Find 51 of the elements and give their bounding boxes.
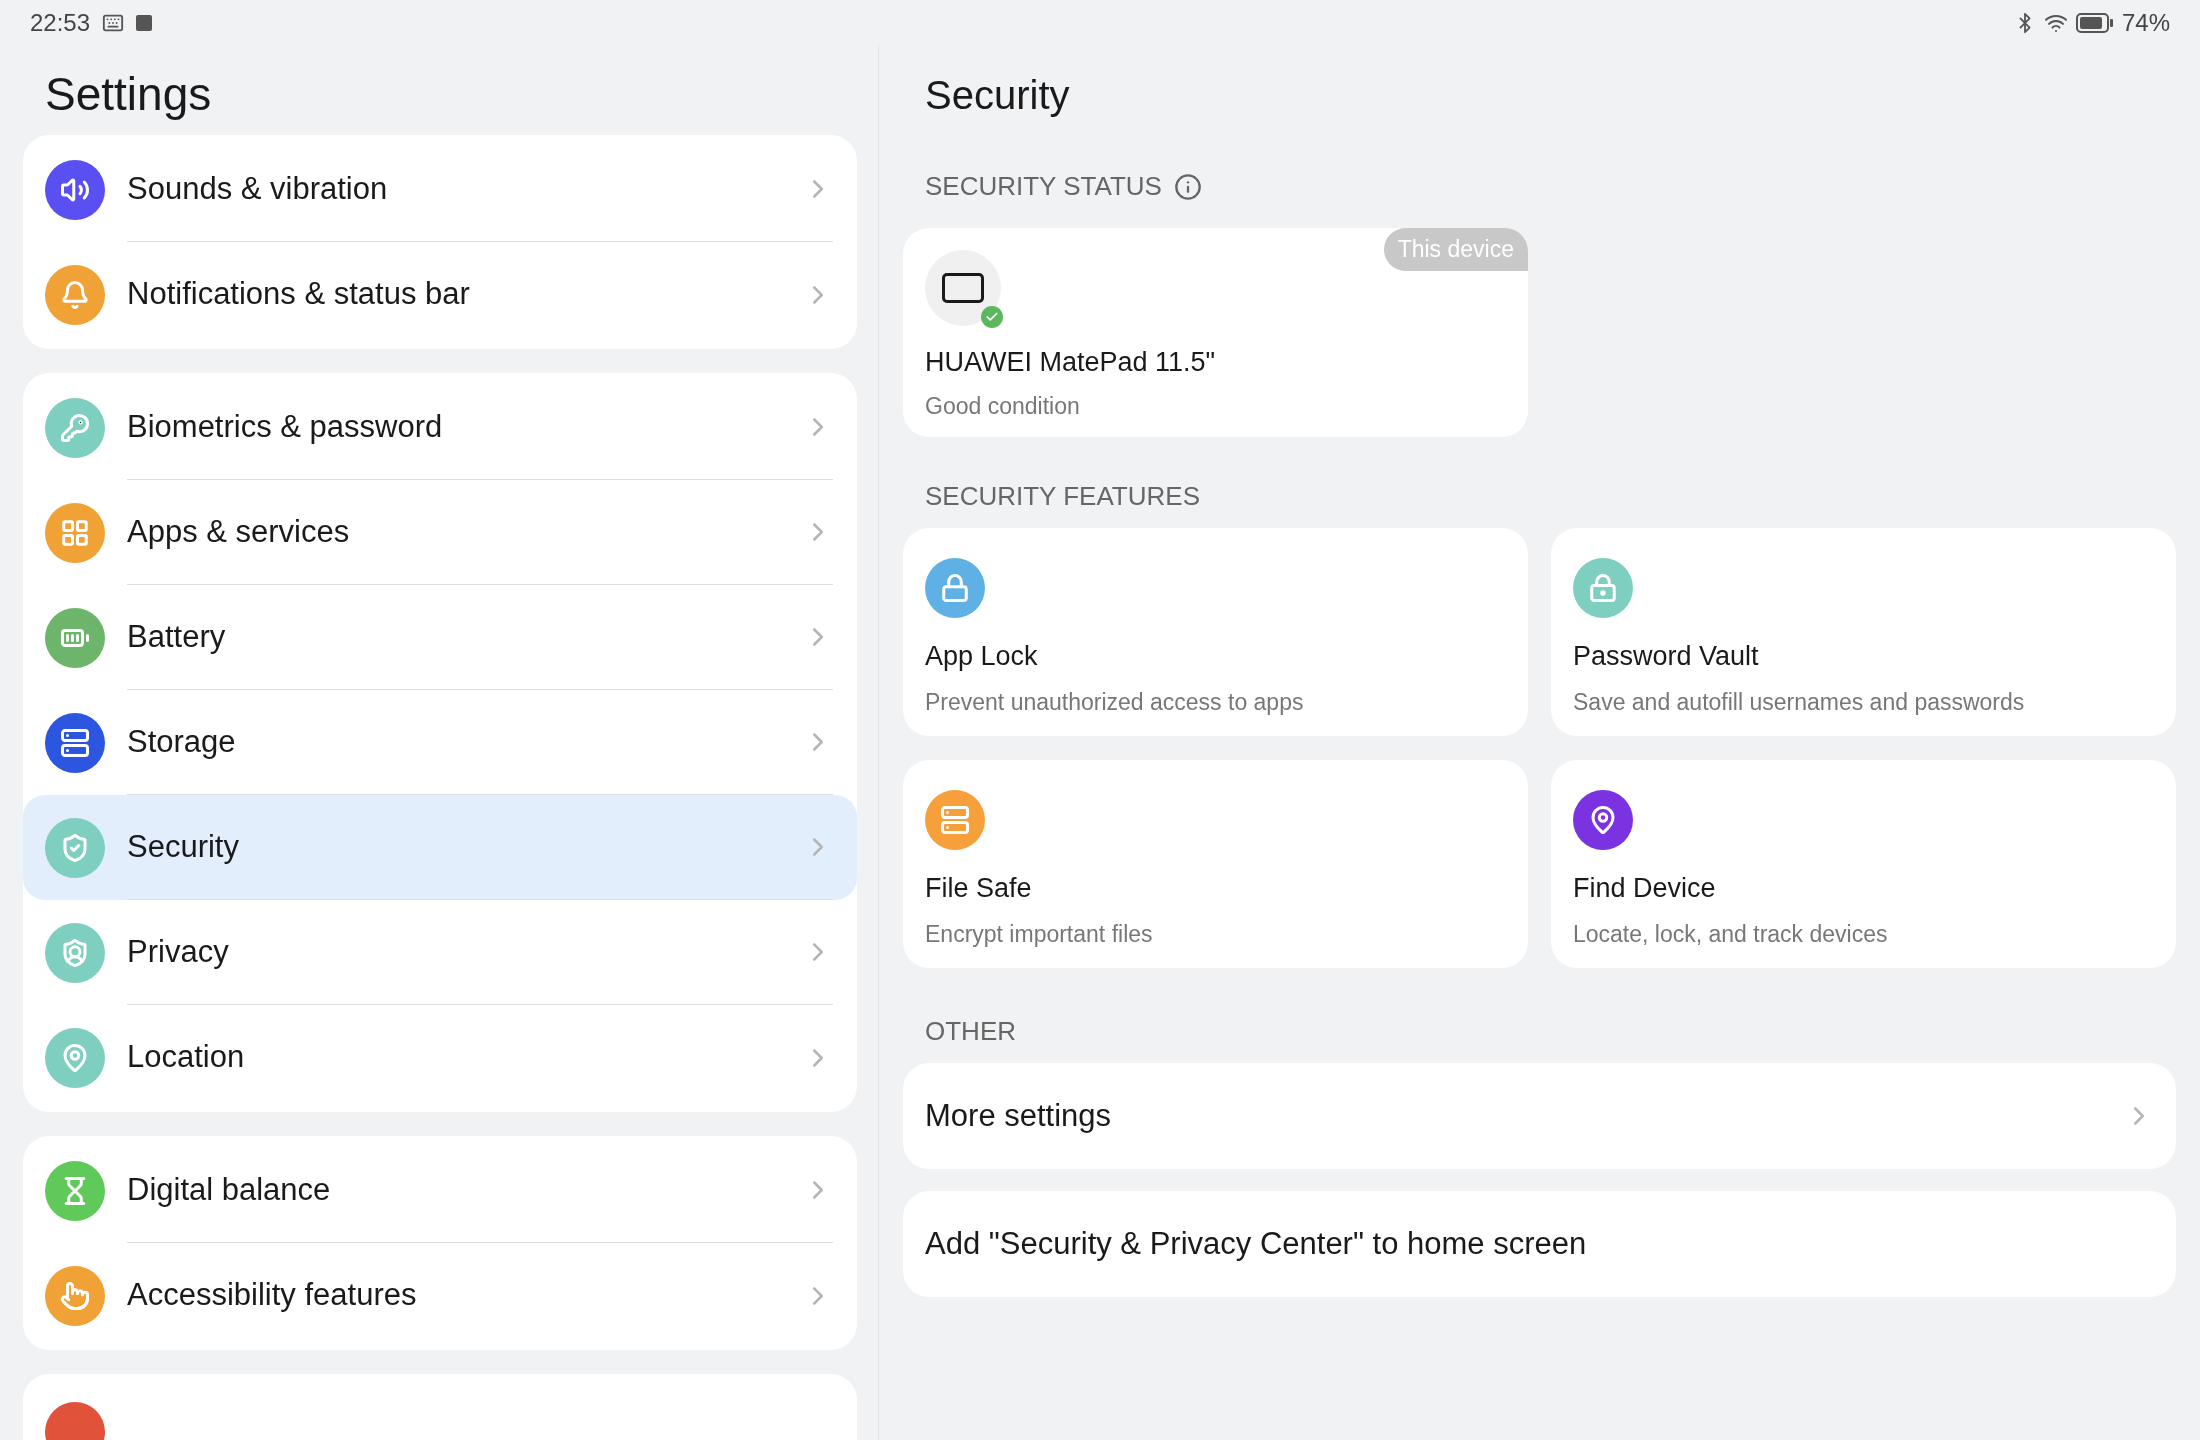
- item-label: Notifications & status bar: [127, 275, 471, 314]
- settings-item[interactable]: Accessibility features: [23, 1243, 857, 1348]
- feature-title: File Safe: [925, 872, 1033, 905]
- device-name: HUAWEI MatePad 11.5": [925, 346, 1217, 379]
- settings-item[interactable]: Biometrics & password: [23, 375, 857, 480]
- lock-icon: [1573, 558, 1633, 618]
- item-label: Sounds & vibration: [127, 169, 389, 208]
- settings-item[interactable]: Security: [23, 795, 857, 900]
- item-label: Digital balance: [127, 1170, 332, 1209]
- item-label: Privacy: [127, 932, 230, 971]
- item-label: Security: [127, 827, 240, 866]
- settings-item[interactable]: Location: [23, 1005, 857, 1110]
- storage-icon: [925, 790, 985, 850]
- settings-item[interactable]: Apps & services: [23, 480, 857, 585]
- item-label: Biometrics & password: [127, 407, 444, 446]
- feature-description: Prevent unauthorized access to apps: [925, 687, 1305, 717]
- item-label: Battery: [127, 617, 227, 656]
- section-title: Security: [925, 75, 1071, 115]
- device-status: Good condition: [925, 391, 1081, 421]
- feature-card[interactable]: File Safe Encrypt important files: [903, 760, 1528, 968]
- settings-item[interactable]: Privacy: [23, 900, 857, 1005]
- item-label: Apps & services: [127, 512, 351, 551]
- settings-item[interactable]: Digital balance: [23, 1138, 857, 1243]
- feature-title: App Lock: [925, 640, 1039, 673]
- feature-card[interactable]: Password Vault Save and autofill usernames and passwords: [1551, 528, 2176, 736]
- feature-card[interactable]: App Lock Prevent unauthorized access to apps: [903, 528, 1528, 736]
- feature-title: Find Device: [1573, 872, 1717, 905]
- section-heading: OTHER: [925, 1015, 1017, 1048]
- item-label: Accessibility features: [127, 1276, 418, 1315]
- section-heading: SECURITY STATUS: [925, 170, 1162, 203]
- settings-item[interactable]: Sounds & vibration: [23, 137, 857, 242]
- settings-link[interactable]: More settings: [903, 1063, 2176, 1169]
- feature-title: Password Vault: [1573, 640, 1760, 673]
- settings-item[interactable]: Notifications & status bar: [23, 242, 857, 347]
- item-label: More settings: [925, 1096, 1113, 1135]
- section-heading: SECURITY FEATURES: [925, 480, 1201, 513]
- feature-card[interactable]: Find Device Locate, lock, and track devices: [1551, 760, 2176, 968]
- item-label: Add "Security & Privacy Center" to home screen: [925, 1224, 1588, 1263]
- item-label: Location: [127, 1038, 246, 1077]
- item-label: Storage: [127, 722, 237, 761]
- status-time: 22:53: [30, 7, 91, 38]
- battery-icon: [2075, 12, 2114, 33]
- lock-icon: [925, 558, 985, 618]
- action-item[interactable]: Add "Security & Privacy Center" to home screen: [903, 1191, 2176, 1297]
- settings-item[interactable]: Battery: [23, 585, 857, 690]
- location-pin-icon: [1573, 790, 1633, 850]
- feature-description: Save and autofill usernames and passwords: [1573, 687, 2026, 717]
- feature-description: Encrypt important files: [925, 919, 1154, 949]
- battery-percentage: 74%: [2121, 7, 2170, 38]
- feature-description: Locate, lock, and track devices: [1573, 919, 1889, 949]
- info-icon[interactable]: [1173, 172, 1202, 201]
